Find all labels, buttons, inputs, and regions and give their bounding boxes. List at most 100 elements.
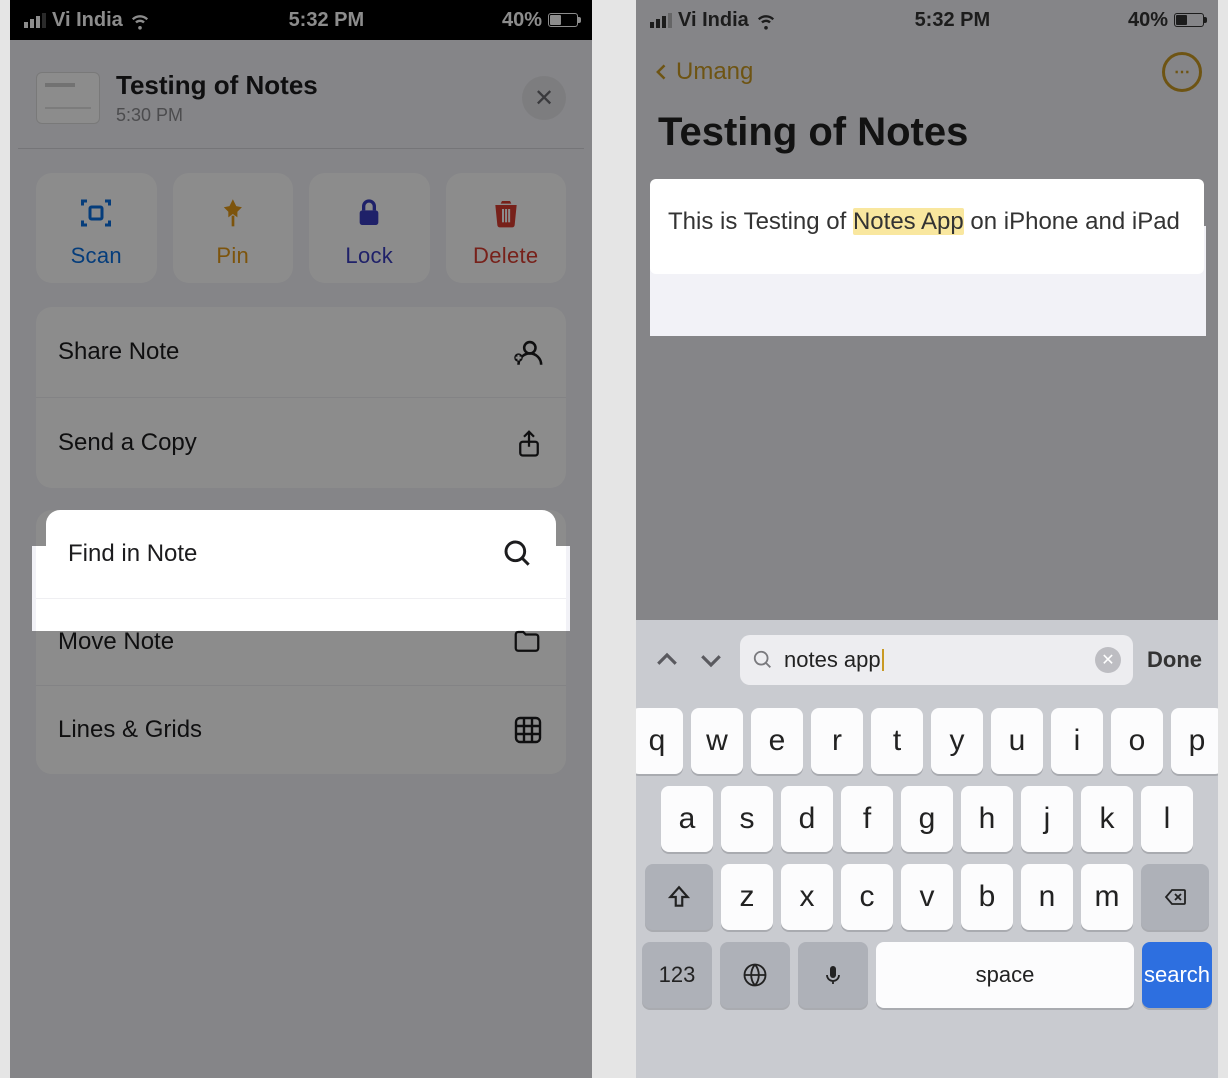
battery-icon xyxy=(548,13,578,27)
action-sheet: Testing of Notes 5:30 PM ✕ Scan Pin xyxy=(18,46,584,1078)
search-field[interactable]: notes app ✕ xyxy=(740,635,1133,685)
globe-key[interactable] xyxy=(720,942,790,1008)
search-icon xyxy=(502,538,534,570)
share-icon xyxy=(514,426,544,460)
next-match-button[interactable] xyxy=(696,645,726,675)
key-m[interactable]: m xyxy=(1081,864,1133,930)
lock-icon xyxy=(315,193,424,233)
carrier-label: Vi India xyxy=(52,9,123,32)
key-y[interactable]: y xyxy=(931,708,983,774)
share-person-icon xyxy=(510,335,544,369)
sheet-subtitle: 5:30 PM xyxy=(116,105,318,126)
key-k[interactable]: k xyxy=(1081,786,1133,852)
pin-button[interactable]: Pin xyxy=(173,173,294,283)
key-i[interactable]: i xyxy=(1051,708,1103,774)
folder-icon xyxy=(510,627,544,657)
globe-icon xyxy=(741,961,769,989)
back-button[interactable]: Umang xyxy=(652,58,753,86)
send-copy-label: Send a Copy xyxy=(58,429,197,457)
x-icon: ✕ xyxy=(1101,650,1114,670)
space-key[interactable]: space xyxy=(876,942,1134,1008)
pin-icon xyxy=(179,193,288,233)
lock-button[interactable]: Lock xyxy=(309,173,430,283)
numeric-key[interactable]: 123 xyxy=(642,942,712,1008)
close-icon: ✕ xyxy=(534,84,554,113)
key-a[interactable]: a xyxy=(661,786,713,852)
grid-icon xyxy=(512,714,544,746)
signal-icon xyxy=(650,13,672,28)
keyboard-row-2: asdfghjkl xyxy=(642,786,1212,852)
signal-icon xyxy=(24,13,46,28)
key-c[interactable]: c xyxy=(841,864,893,930)
delete-button[interactable]: Delete xyxy=(446,173,567,283)
nav-bar: Umang ⋯ xyxy=(636,40,1218,104)
key-q[interactable]: q xyxy=(636,708,683,774)
note-text-post: on iPhone and iPad xyxy=(964,208,1180,235)
key-b[interactable]: b xyxy=(961,864,1013,930)
more-button[interactable]: ⋯ xyxy=(1162,52,1202,92)
trash-icon xyxy=(452,193,561,233)
prev-match-button[interactable] xyxy=(652,645,682,675)
status-time: 5:32 PM xyxy=(915,9,991,32)
key-u[interactable]: u xyxy=(991,708,1043,774)
status-bar: Vi India 5:32 PM 40% xyxy=(10,0,592,40)
key-g[interactable]: g xyxy=(901,786,953,852)
key-w[interactable]: w xyxy=(691,708,743,774)
key-d[interactable]: d xyxy=(781,786,833,852)
keyboard: qwertyuiop asdfghjkl zxcvbnm 123 space s… xyxy=(636,700,1218,1078)
key-s[interactable]: s xyxy=(721,786,773,852)
mic-key[interactable] xyxy=(798,942,868,1008)
key-n[interactable]: n xyxy=(1021,864,1073,930)
backspace-key[interactable] xyxy=(1141,864,1209,930)
quick-actions: Scan Pin Lock Delete xyxy=(18,149,584,307)
pin-label: Pin xyxy=(179,243,288,269)
scan-icon xyxy=(42,193,151,233)
backspace-icon xyxy=(1160,885,1190,909)
key-l[interactable]: l xyxy=(1141,786,1193,852)
key-j[interactable]: j xyxy=(1021,786,1073,852)
find-bar: notes app ✕ Done xyxy=(636,620,1218,700)
note-body[interactable]: This is Testing of Notes App on iPhone a… xyxy=(650,179,1204,274)
battery-pct: 40% xyxy=(502,9,542,32)
key-v[interactable]: v xyxy=(901,864,953,930)
search-icon xyxy=(752,649,774,671)
key-o[interactable]: o xyxy=(1111,708,1163,774)
scan-button[interactable]: Scan xyxy=(36,173,157,283)
search-key[interactable]: search xyxy=(1142,942,1212,1008)
clear-button[interactable]: ✕ xyxy=(1095,647,1121,673)
share-note-label: Share Note xyxy=(58,338,179,366)
key-r[interactable]: r xyxy=(811,708,863,774)
done-button[interactable]: Done xyxy=(1147,647,1202,673)
chevron-up-icon xyxy=(652,645,682,675)
right-screenshot: Vi India 5:32 PM 40% Umang ⋯ Testing of … xyxy=(636,0,1218,1078)
lock-label: Lock xyxy=(315,243,424,269)
carrier-label: Vi India xyxy=(678,9,749,32)
delete-label: Delete xyxy=(452,243,561,269)
key-h[interactable]: h xyxy=(961,786,1013,852)
send-copy-row[interactable]: Send a Copy xyxy=(36,397,566,488)
note-title: Testing of Notes xyxy=(636,104,1218,179)
key-x[interactable]: x xyxy=(781,864,833,930)
move-note-row[interactable]: Move Note xyxy=(36,598,566,685)
shift-key[interactable] xyxy=(645,864,713,930)
wifi-icon xyxy=(129,9,151,31)
battery-pct: 40% xyxy=(1128,9,1168,32)
key-z[interactable]: z xyxy=(721,864,773,930)
chevron-left-icon xyxy=(652,58,672,86)
chevron-down-icon xyxy=(696,645,726,675)
key-e[interactable]: e xyxy=(751,708,803,774)
close-button[interactable]: ✕ xyxy=(522,76,566,120)
key-p[interactable]: p xyxy=(1171,708,1218,774)
battery-icon xyxy=(1174,13,1204,27)
share-note-row[interactable]: Share Note xyxy=(36,307,566,397)
keyboard-row-4: 123 space search xyxy=(642,942,1212,1008)
actions-list-2: Find in Note Move Note Lines & Grids xyxy=(36,510,566,774)
key-t[interactable]: t xyxy=(871,708,923,774)
scan-label: Scan xyxy=(42,243,151,269)
keyboard-row-1: qwertyuiop xyxy=(642,708,1212,774)
find-in-note-row[interactable]: Find in Note xyxy=(46,510,556,598)
status-time: 5:32 PM xyxy=(289,9,365,32)
search-highlight: Notes App xyxy=(853,208,964,235)
key-f[interactable]: f xyxy=(841,786,893,852)
lines-grids-row[interactable]: Lines & Grids xyxy=(36,685,566,774)
